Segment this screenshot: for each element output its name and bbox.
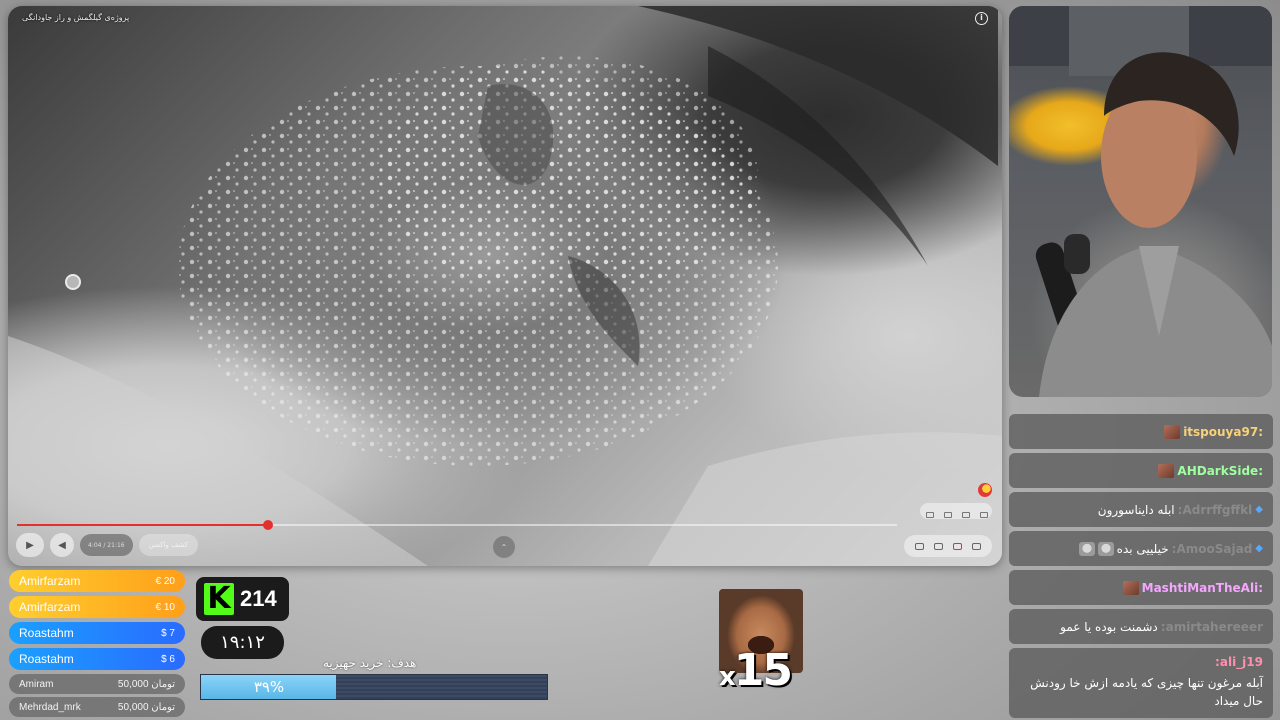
cat-emote-icon: [1097, 541, 1114, 556]
volume-icon: ◀: [58, 539, 66, 551]
chat-text: آبله مرغون تنها چیزی که یادمه ازش خا رود…: [1030, 676, 1263, 708]
donation-amount: € 10: [155, 601, 175, 613]
chat-message: :AHDarkSide: [1009, 453, 1273, 488]
progress-bar[interactable]: [17, 520, 897, 530]
donation-amount: $ 7: [161, 627, 175, 639]
emote-combo: x15: [719, 589, 805, 701]
tool-icon[interactable]: [980, 512, 988, 518]
donation-row: Roastahm $ 6: [9, 648, 185, 670]
chevron-up-icon[interactable]: ⌃: [493, 536, 515, 558]
volume-button[interactable]: ◀: [50, 533, 74, 557]
chat-text: ابله دایناسورون: [1097, 502, 1175, 517]
kick-logo-icon: K: [204, 583, 234, 615]
donation-row: Amirfarzam € 10: [9, 596, 185, 618]
progress-fill: [17, 524, 268, 526]
goal-progress-bar: ۳۹%: [200, 674, 548, 700]
time-display: 4:04 / 21:16: [80, 534, 133, 556]
chat-username[interactable]: :AHDarkSide: [1177, 462, 1263, 480]
video-title: پروژه‌ی گیلگمش و راز جاودانگی: [22, 13, 130, 22]
chat-username[interactable]: Adrrffgffkl:: [1178, 501, 1253, 519]
tool-icon[interactable]: [962, 512, 970, 518]
donation-row: Amiram 50,000 تومان: [9, 674, 185, 694]
chat-text: دشمنت بوده یا عمو: [1060, 619, 1158, 634]
goal-label: هدف: خرید جهیزیه: [323, 656, 417, 670]
donation-row: Amirfarzam € 20: [9, 570, 185, 592]
chat-panel: :itspouya97 :AHDarkSide ◆ Adrrffgffkl: ا…: [1009, 414, 1273, 720]
cursor-dot-icon: [65, 274, 81, 290]
cat-emote-icon: [1078, 541, 1095, 556]
emote-icon: [1122, 580, 1139, 595]
diamond-badge-icon: ◆: [1255, 503, 1263, 515]
donation-row: Roastahm $ 7: [9, 622, 185, 644]
video-frame: [8, 6, 1002, 566]
donor-name: Amirfarzam: [19, 600, 81, 614]
chat-message: ◆ Adrrffgffkl: ابله دایناسورون: [1009, 492, 1273, 527]
fullscreen-icon[interactable]: [972, 542, 981, 550]
viewer-count: 214: [240, 586, 277, 611]
chat-username[interactable]: amirtahereeer:: [1161, 618, 1263, 636]
combo-number: 15: [733, 645, 793, 696]
chat-message: :MashtiManTheAli: [1009, 570, 1273, 605]
chat-message: ali_j19: آبله مرغون تنها چیزی که یادمه ا…: [1009, 648, 1273, 718]
combo-count: x15: [719, 645, 793, 696]
chat-message: :itspouya97: [1009, 414, 1273, 449]
player-controls-left: ▶ ◀ 4:04 / 21:16 کشف واکسن: [16, 533, 198, 557]
chat-username[interactable]: :MashtiManTheAli: [1142, 579, 1263, 597]
diamond-badge-icon: ◆: [1255, 542, 1263, 554]
webcam-feed: [1009, 6, 1272, 397]
chat-text: خیلییی بده: [1116, 541, 1169, 556]
info-icon[interactable]: i: [975, 12, 988, 25]
play-icon: ▶: [26, 539, 34, 551]
donation-amount: € 20: [155, 575, 175, 587]
chapter-label[interactable]: کشف واکسن: [138, 534, 198, 556]
donor-name: Roastahm: [19, 652, 74, 666]
chat-username[interactable]: ali_j19:: [1215, 653, 1263, 671]
emote-icon: [1158, 463, 1175, 478]
goal-percent: ۳۹%: [253, 678, 285, 696]
record-badge-icon: [978, 483, 992, 497]
play-button[interactable]: ▶: [16, 533, 44, 557]
donation-list: Amirfarzam € 20 Amirfarzam € 10 Roastahm…: [9, 570, 185, 720]
chat-username[interactable]: :itspouya97: [1183, 423, 1263, 441]
chat-username[interactable]: AmooSajad:: [1172, 540, 1253, 558]
donor-name: Mehrdad_mrk: [19, 701, 81, 713]
donor-name: Amiram: [19, 678, 54, 690]
hd-icon[interactable]: [953, 542, 962, 550]
subtitles-icon[interactable]: [915, 542, 924, 550]
donation-amount: $ 6: [161, 653, 175, 665]
emote-icon: [1164, 424, 1181, 439]
donor-name: Roastahm: [19, 626, 74, 640]
chat-message: ◆ AmooSajad: خیلییی بده: [1009, 531, 1273, 566]
chat-message: amirtahereeer: دشمنت بوده یا عمو: [1009, 609, 1273, 644]
combo-prefix: x: [719, 662, 736, 692]
donor-name: Amirfarzam: [19, 574, 81, 588]
video-player[interactable]: پروژه‌ی گیلگمش و راز جاودانگی i ▶ ◀ 4:04…: [8, 6, 1002, 566]
donation-amount: 50,000 تومان: [117, 701, 175, 713]
player-tools[interactable]: [920, 503, 992, 519]
tool-icon[interactable]: [926, 512, 934, 518]
donation-row: Mehrdad_mrk 50,000 تومان: [9, 697, 185, 717]
viewer-counter: K 214: [196, 577, 289, 621]
donation-amount: 50,000 تومان: [117, 678, 175, 690]
tool-icon[interactable]: [944, 512, 952, 518]
stream-clock: ۱۹:۱۲: [201, 626, 284, 659]
progress-knob[interactable]: [262, 520, 273, 530]
player-controls-right[interactable]: [904, 535, 992, 557]
settings-icon[interactable]: [934, 542, 943, 550]
